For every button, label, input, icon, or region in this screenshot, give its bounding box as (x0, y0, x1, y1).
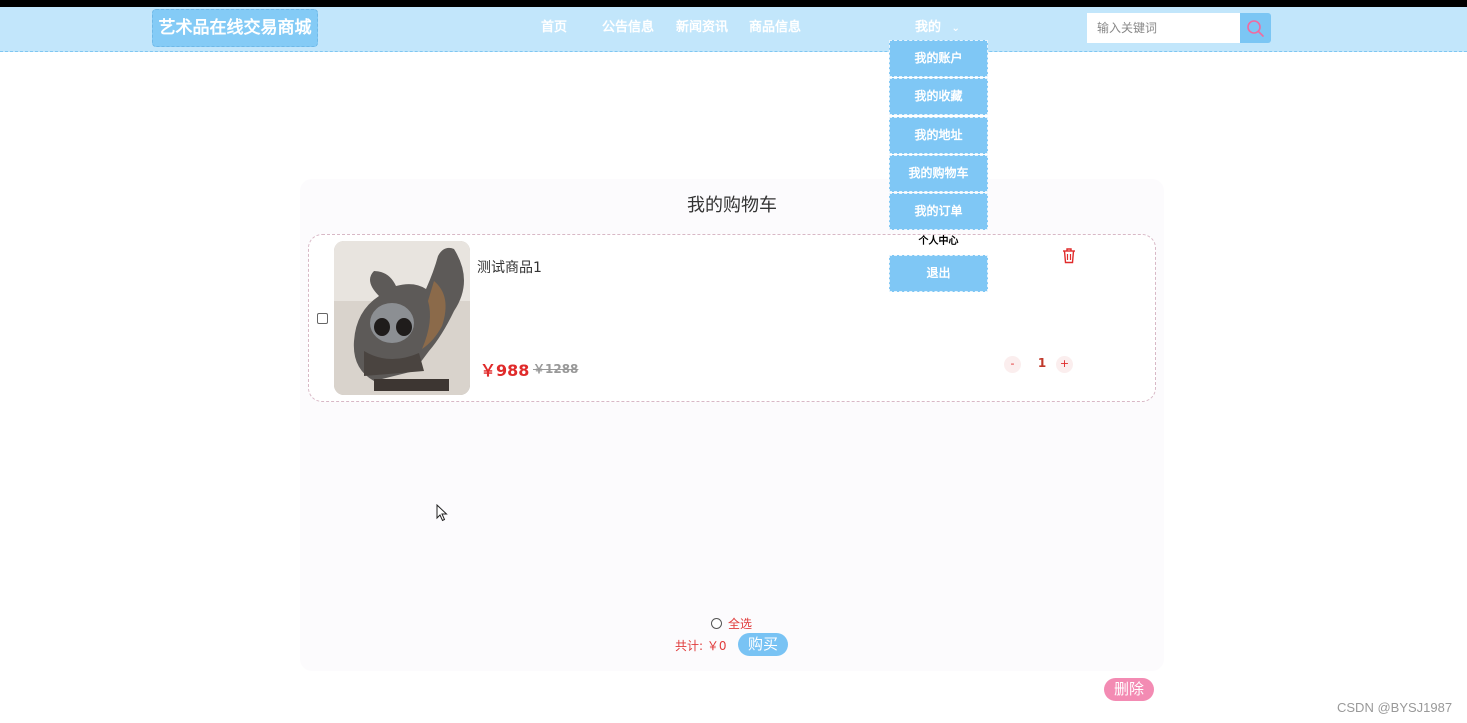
product-original-price: ￥1288 (533, 362, 579, 376)
quantity-increase-button[interactable]: + (1056, 356, 1073, 373)
total-value: ￥0 (706, 639, 727, 653)
menu-my-orders[interactable]: 我的订单 (889, 193, 988, 231)
menu-my-favorites[interactable]: 我的收藏 (889, 78, 988, 116)
nav-announcements[interactable]: 公告信息 (602, 19, 654, 37)
product-image[interactable] (334, 241, 470, 395)
menu-my-account[interactable]: 我的账户 (889, 40, 988, 77)
nav-my-label: 我的 (915, 20, 942, 35)
product-price: ￥988 (480, 361, 530, 380)
nav-products[interactable]: 商品信息 (749, 19, 801, 37)
site-logo[interactable]: 艺术品在线交易商城 (152, 9, 318, 47)
buy-button[interactable]: 购买 (738, 633, 788, 656)
total-label: 共计: (675, 639, 704, 653)
product-sculpture-image (334, 241, 470, 395)
menu-my-cart[interactable]: 我的购物车 (889, 154, 988, 192)
product-name[interactable]: 测试商品1 (477, 257, 542, 277)
search-icon (1247, 20, 1264, 37)
nav-home[interactable]: 首页 (541, 19, 567, 37)
cart-panel: 我的购物车 测试商品1 ￥988 ￥1288 - 1 + 全选 共计: ￥0 购… (300, 179, 1164, 671)
mouse-cursor-icon (436, 504, 448, 522)
item-checkbox[interactable] (317, 313, 328, 324)
cart-item: 测试商品1 ￥988 ￥1288 - 1 + (308, 234, 1156, 402)
search-button[interactable] (1240, 13, 1271, 43)
trash-icon[interactable] (1061, 247, 1077, 264)
my-dropdown-menu: 我的账户 我的收藏 我的地址 我的购物车 我的订单 个人中心 退出 (889, 40, 988, 293)
menu-my-address[interactable]: 我的地址 (889, 116, 988, 154)
page-title: 我的购物车 (687, 195, 777, 216)
nav-my-menu[interactable]: 我的 ⌄ (915, 19, 960, 38)
select-all-toggle[interactable]: 全选 (711, 615, 752, 632)
window-top-edge (0, 0, 1467, 7)
top-nav: 艺术品在线交易商城 首页 公告信息 新闻资讯 商品信息 我的 ⌄ (0, 7, 1467, 52)
watermark: CSDN @BYSJ1987 (1337, 700, 1453, 715)
select-all-radio[interactable] (711, 618, 722, 629)
menu-logout[interactable]: 退出 (889, 254, 988, 292)
nav-news[interactable]: 新闻资讯 (676, 19, 728, 37)
delete-button[interactable]: 删除 (1104, 678, 1154, 701)
select-all-label: 全选 (728, 617, 753, 631)
quantity-value: 1 (1037, 356, 1047, 370)
search-input[interactable] (1087, 13, 1240, 43)
cart-total: 共计: ￥0 (675, 637, 727, 654)
chevron-down-icon: ⌄ (951, 23, 960, 34)
quantity-decrease-button[interactable]: - (1004, 356, 1021, 373)
